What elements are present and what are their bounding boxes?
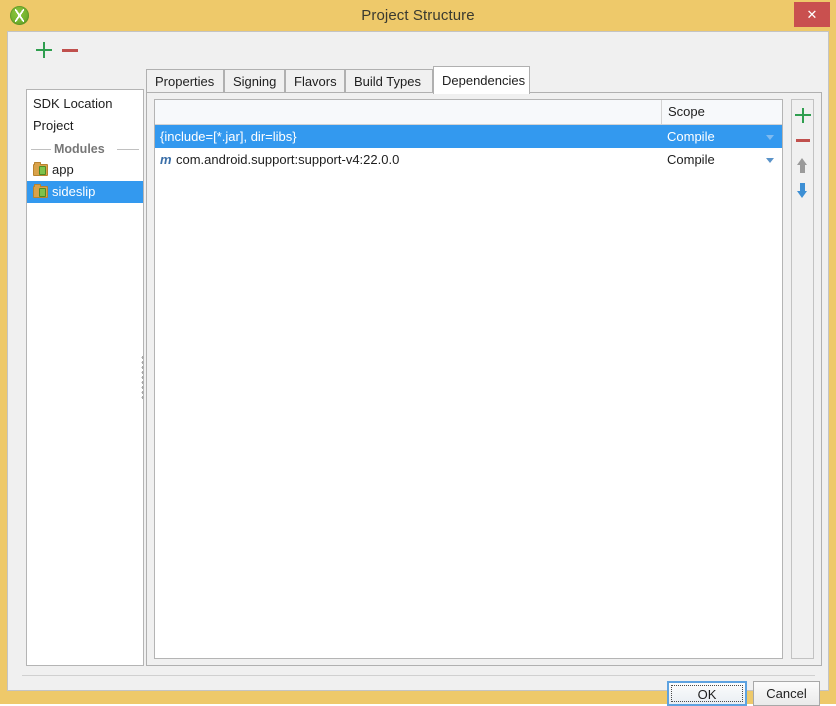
dependency-name: m com.android.support:support-v4:22.0.0: [155, 148, 661, 171]
dependencies-panel: Scope {include=[*.jar], dir=libs} Compil…: [146, 92, 822, 666]
column-header-scope[interactable]: Scope: [661, 100, 782, 124]
table-row[interactable]: m com.android.support:support-v4:22.0.0 C…: [155, 148, 782, 171]
tab-build-types[interactable]: Build Types: [345, 69, 433, 93]
sidebar-item-label: app: [52, 162, 74, 177]
splitter-grip: [141, 355, 144, 399]
sidebar-list[interactable]: SDK Location Project Modules app sidesli…: [26, 89, 144, 666]
title-bar: Project Structure ✕: [0, 0, 836, 31]
dependency-label: com.android.support:support-v4:22.0.0: [176, 152, 400, 167]
arrow-up-icon: [797, 158, 808, 173]
tab-signing[interactable]: Signing: [224, 69, 285, 93]
close-icon[interactable]: ✕: [794, 2, 830, 27]
add-dependency-button[interactable]: [792, 103, 813, 127]
tab-strip: Properties Signing Flavors Build Types D…: [146, 66, 822, 94]
dependency-scope[interactable]: Compile: [661, 148, 782, 171]
panel-splitter[interactable]: [139, 89, 146, 666]
table-row[interactable]: {include=[*.jar], dir=libs} Compile: [155, 125, 782, 148]
scope-value: Compile: [667, 152, 715, 167]
panel-inner: Scope {include=[*.jar], dir=libs} Compil…: [154, 99, 814, 659]
chevron-down-icon[interactable]: [766, 135, 774, 140]
dependency-name: {include=[*.jar], dir=libs}: [160, 129, 297, 144]
modules-group-separator: Modules: [27, 139, 143, 159]
column-header-name[interactable]: [155, 100, 661, 124]
sidebar-item-sdk-location[interactable]: SDK Location: [27, 93, 143, 115]
maven-artifact-icon: m: [160, 152, 172, 167]
separator-line-left: [31, 149, 51, 150]
window-title: Project Structure: [361, 7, 475, 24]
sidebar-item-label: sideslip: [52, 184, 96, 199]
sidebar-toolbar: [21, 39, 141, 63]
dependencies-table[interactable]: Scope {include=[*.jar], dir=libs} Compil…: [154, 99, 783, 659]
move-up-button[interactable]: [792, 153, 813, 177]
ok-button[interactable]: OK: [667, 681, 747, 706]
separator-line-right: [117, 149, 139, 150]
scope-value: Compile: [667, 129, 715, 144]
remove-module-button[interactable]: [59, 39, 81, 61]
modules-group-label: Modules: [54, 142, 105, 156]
sidebar-item-sideslip[interactable]: sideslip: [27, 181, 143, 203]
cancel-button[interactable]: Cancel: [753, 681, 820, 706]
sidebar-item-app[interactable]: app: [27, 159, 143, 181]
add-module-button[interactable]: [33, 39, 55, 61]
project-structure-dialog: Project Structure ✕ SDK Location Project…: [0, 0, 836, 706]
footer-divider: [22, 675, 815, 676]
ok-button-label: OK: [671, 685, 743, 702]
dependency-scope[interactable]: Compile: [661, 125, 782, 148]
chevron-down-icon[interactable]: [766, 158, 774, 163]
module-icon: [33, 162, 48, 176]
tab-properties[interactable]: Properties: [146, 69, 224, 93]
arrow-down-icon: [797, 183, 808, 198]
module-icon: [33, 184, 48, 198]
remove-dependency-button[interactable]: [792, 128, 813, 152]
sidebar-item-project[interactable]: Project: [27, 115, 143, 137]
dialog-body: SDK Location Project Modules app sidesli…: [7, 31, 829, 706]
table-header-row: Scope: [155, 100, 782, 125]
move-down-button[interactable]: [792, 178, 813, 202]
tab-flavors[interactable]: Flavors: [285, 69, 345, 93]
table-action-buttons: [791, 99, 814, 659]
tab-dependencies[interactable]: Dependencies: [433, 66, 530, 94]
